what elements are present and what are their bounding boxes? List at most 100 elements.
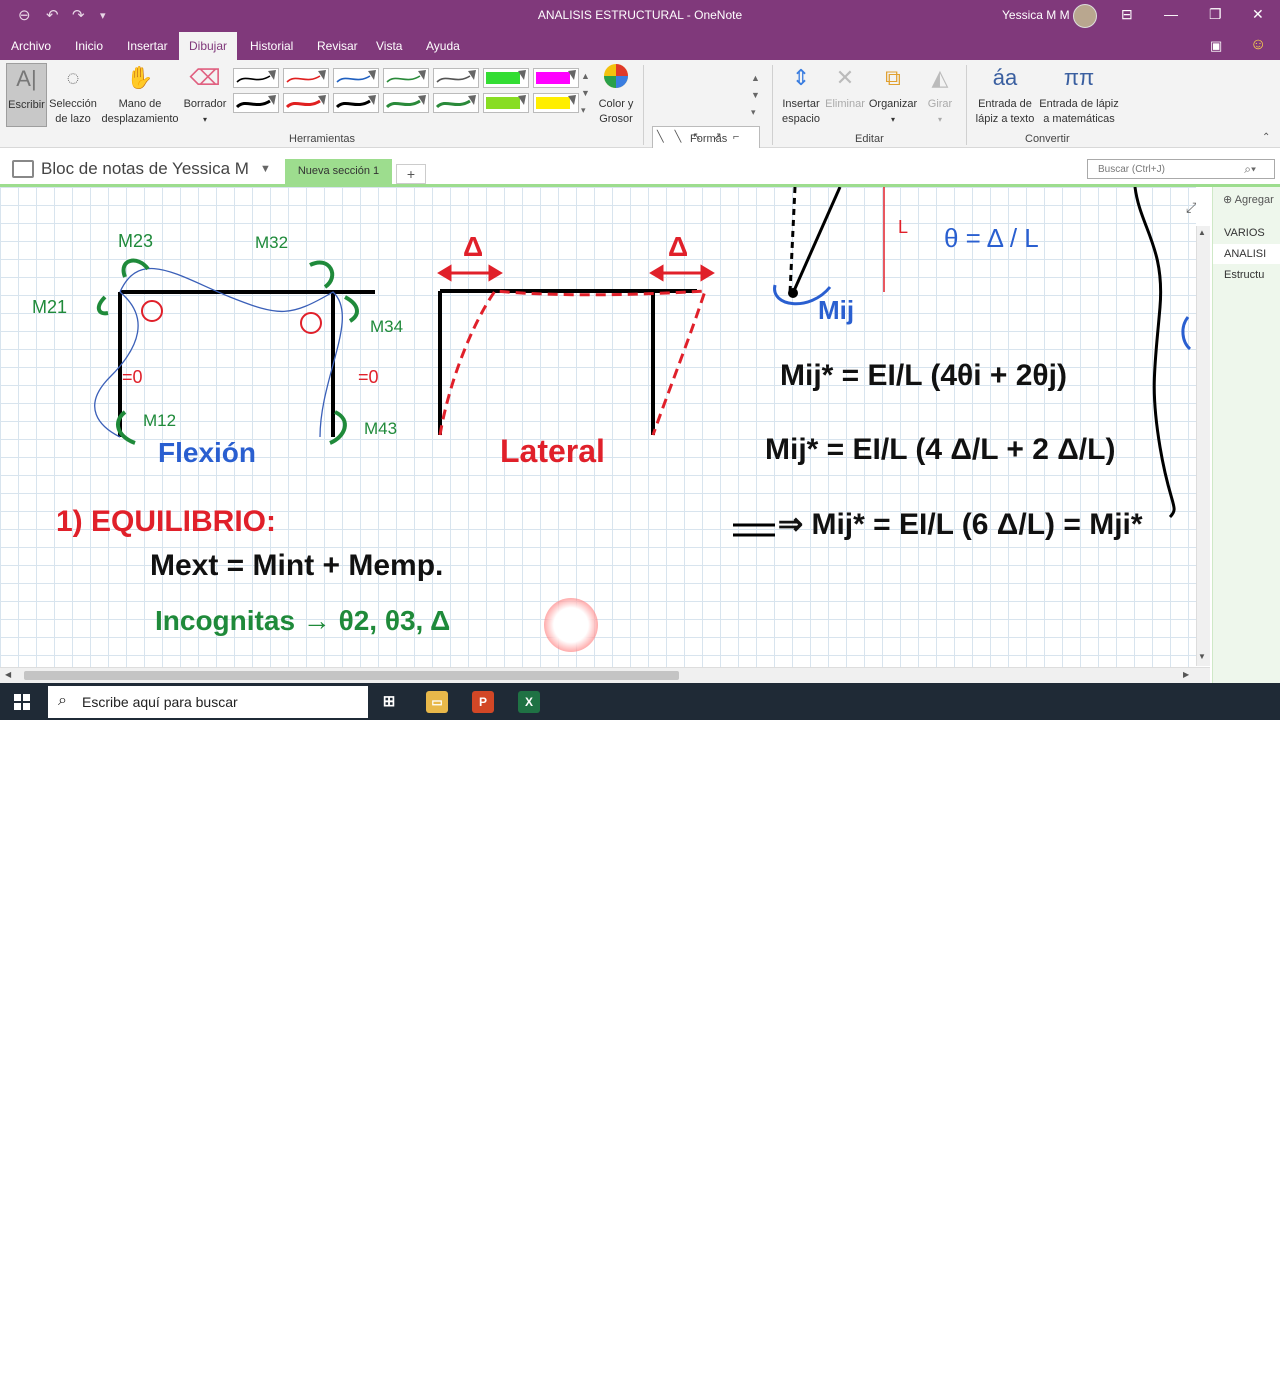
organizar-button[interactable]: ⧉ Organizar ▾ (867, 63, 919, 127)
page-item-estructural[interactable]: Estructu (1213, 265, 1280, 285)
pen-swatch[interactable] (533, 93, 579, 113)
eliminar-button[interactable]: ✕ Eliminar (824, 63, 866, 112)
avatar[interactable] (1073, 4, 1097, 28)
user-name[interactable]: Yessica M M (1002, 8, 1070, 22)
minimize-icon[interactable]: — (1164, 6, 1178, 22)
scroll-up-icon[interactable]: ▲ (1198, 228, 1206, 237)
pages-panel: ⊕ Agregar VARIOS ANALISI Estructu (1212, 187, 1280, 683)
excel-icon[interactable]: X (518, 691, 540, 713)
search-input[interactable]: Buscar (Ctrl+J) ⌕▾ (1087, 159, 1275, 179)
windows-start-icon[interactable] (14, 694, 30, 710)
label-m12: M12 (143, 411, 177, 430)
fullscreen-icon[interactable]: ⊟ (1121, 6, 1133, 23)
collapse-ribbon-icon[interactable]: ⌃ (1262, 132, 1270, 143)
scroll-right-icon[interactable]: ▶ (1183, 670, 1189, 679)
rotate-icon: ◭ (931, 65, 949, 90)
menu-archivo[interactable]: Archivo (11, 39, 51, 53)
chevron-down-icon[interactable]: ▼ (260, 163, 271, 175)
label-m21: M21 (32, 297, 68, 317)
formas-label: Formas (690, 133, 728, 145)
panel-icon[interactable]: ▣ (1210, 38, 1222, 54)
color-grosor-button[interactable]: Color y Grosor (594, 63, 638, 127)
menu-ayuda[interactable]: Ayuda (426, 39, 460, 53)
menu-inicio[interactable]: Inicio (75, 39, 103, 53)
ink-drawing (94, 187, 1192, 537)
label-delta-left: Δ (463, 231, 484, 262)
add-page-button[interactable]: ⊕ Agregar (1223, 193, 1274, 206)
smiley-icon[interactable]: ☺ (1250, 36, 1266, 54)
escribir-button[interactable]: A| Escribir (6, 63, 47, 127)
label-lateral: Lateral (500, 433, 605, 469)
frame-lateral (438, 289, 697, 435)
capture-video-label[interactable]: Capturar Video... (972, 1370, 1078, 1386)
tab-nueva-seccion[interactable]: Nueva sección 1 (285, 159, 392, 184)
mano-desplazamiento-button[interactable]: ✋ Mano de desplazamiento (100, 63, 180, 127)
pen-swatch[interactable] (283, 68, 329, 88)
pen-swatch[interactable] (533, 68, 579, 88)
menu-dibujar[interactable]: Dibujar (179, 32, 238, 60)
label-mij: Mij (818, 295, 855, 325)
powerpoint-icon[interactable]: P (472, 691, 494, 713)
title-bar: ⊖ ↶ ↷ ▾ ANALISIS ESTRUCTURAL - OneNote Y… (0, 0, 1280, 32)
borrador-button[interactable]: ⌫ Borrador ▾ (181, 63, 229, 127)
page-item-analisis[interactable]: ANALISI (1213, 244, 1280, 264)
pen-swatch[interactable] (383, 93, 429, 113)
file-explorer-icon[interactable]: ▭ (426, 691, 448, 713)
lasso-icon: ◌ (66, 65, 80, 90)
pen-swatch[interactable] (333, 93, 379, 113)
pen-swatch[interactable] (383, 68, 429, 88)
taskbar-search-input[interactable]: ⌕ Escribe aquí para buscar (48, 686, 368, 718)
cursor-highlight (544, 598, 598, 652)
label-l: L (898, 217, 909, 237)
insert-space-icon: ⇕ (791, 65, 811, 90)
lapiz-a-matematicas-button[interactable]: ππ Entrada de lápiz a matemáticas (1038, 63, 1120, 127)
pen-swatch[interactable] (483, 93, 529, 113)
eraser-icon: ⌫ (189, 65, 221, 90)
close-icon[interactable]: ✕ (1252, 6, 1264, 23)
formula-1: Mij* = EI/L (4θi + 2θj) (780, 359, 1067, 392)
scroll-down-icon[interactable]: ▼ (1198, 652, 1206, 661)
pen-swatch[interactable] (433, 68, 479, 88)
label-flexion: Flexión (158, 437, 257, 468)
shapes-scroll-icon[interactable]: ▲ ▼ ▾ (751, 70, 760, 121)
separator (772, 65, 773, 145)
menu-insertar[interactable]: Insertar (127, 39, 168, 53)
task-view-icon[interactable]: ⊞ (378, 691, 400, 713)
arrange-icon: ⧉ (885, 65, 901, 90)
pen-swatch[interactable] (483, 68, 529, 88)
pen-swatch[interactable] (233, 93, 279, 113)
chevron-down-icon: ▾ (937, 115, 942, 124)
pen-swatch[interactable] (283, 93, 329, 113)
maximize-icon[interactable]: ❐ (1209, 6, 1222, 23)
vertical-scrollbar[interactable]: ▲ ▼ (1196, 226, 1210, 666)
lapiz-a-texto-button[interactable]: áa Entrada de lápiz a texto (972, 63, 1038, 127)
menu-revisar[interactable]: Revisar (317, 39, 358, 53)
menu-historial[interactable]: Historial (250, 39, 293, 53)
add-section-button[interactable]: + (396, 164, 426, 184)
notebook-icon[interactable] (12, 160, 34, 178)
horizontal-scrollbar[interactable]: ◀ ▶ (0, 667, 1210, 683)
page-item-varios[interactable]: VARIOS (1213, 223, 1280, 243)
scroll-left-icon[interactable]: ◀ (5, 670, 11, 679)
menu-bar: Archivo Inicio Insertar Dibujar Historia… (0, 32, 1280, 60)
notebook-title[interactable]: Bloc de notas de Yessica M (41, 159, 249, 179)
note-canvas[interactable]: M23 M32 M21 M34 M12 M43 =0 =0 Flexión La… (0, 187, 1196, 667)
label-delta-right: Δ (668, 231, 689, 262)
separator (966, 65, 967, 145)
pen-swatch[interactable] (333, 68, 379, 88)
scroll-thumb[interactable] (24, 671, 679, 680)
editar-label: Editar (855, 133, 884, 145)
incognitas-line: Incognitas → θ2, θ3, Δ (155, 605, 451, 636)
gallery-scroll-icon[interactable]: ▲ ▼ ▾ (581, 68, 590, 119)
chevron-down-icon: ▾ (202, 115, 207, 124)
expand-icon[interactable]: ⤢ (1186, 199, 1196, 216)
menu-vista[interactable]: Vista (376, 39, 402, 53)
label-m43: M43 (364, 419, 398, 438)
ink-to-math-icon: ππ (1063, 65, 1095, 90)
girar-button[interactable]: ◭ Girar ▾ (920, 63, 960, 127)
seleccion-lazo-button[interactable]: ◌ Selección de lazo (47, 63, 99, 127)
pen-swatch[interactable] (433, 93, 479, 113)
pen-swatch[interactable] (233, 68, 279, 88)
convertir-label: Convertir (1025, 133, 1070, 145)
insertar-espacio-button[interactable]: ⇕ Insertar espacio (778, 63, 824, 127)
